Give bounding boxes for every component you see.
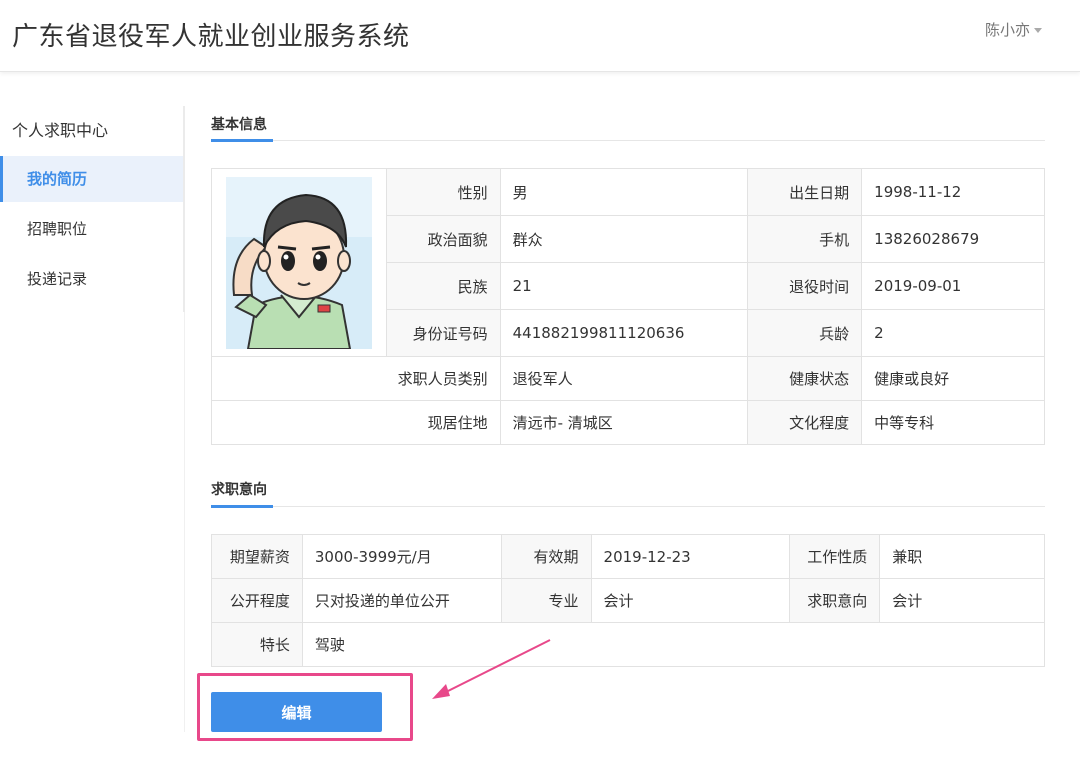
label-id-number: 身份证号码	[385, 309, 501, 357]
avatar	[225, 176, 372, 349]
label-education: 文化程度	[747, 400, 863, 445]
label-ethnicity: 民族	[385, 262, 501, 310]
label-gender: 性别	[385, 168, 501, 216]
table-row: 公开程度 只对投递的单位公开 专业 会计 求职意向 会计	[211, 578, 1045, 623]
section-title-basic-info: 基本信息	[211, 117, 267, 133]
label-major: 专业	[500, 578, 592, 623]
value-gender: 男	[499, 168, 749, 216]
value-service-years: 2	[861, 309, 1045, 357]
sidebar-item-my-resume[interactable]: 我的简历	[0, 156, 184, 202]
label-desired-position: 求职意向	[789, 578, 881, 623]
sidebar-divider-lower	[184, 312, 185, 732]
value-health-status: 健康或良好	[861, 356, 1045, 401]
table-row: 求职人员类别 退役军人 健康状态 健康或良好	[211, 356, 1045, 401]
label-residence: 现居住地	[211, 400, 501, 445]
label-specialty: 特长	[211, 622, 303, 667]
value-phone: 13826028679	[861, 215, 1045, 263]
value-major: 会计	[590, 578, 791, 623]
value-applicant-category: 退役军人	[499, 356, 749, 401]
user-name: 陈小亦	[984, 21, 1030, 39]
label-visibility: 公开程度	[211, 578, 303, 623]
value-desired-position: 会计	[879, 578, 1045, 623]
value-job-type: 兼职	[879, 534, 1045, 579]
value-residence: 清远市- 清城区	[499, 400, 749, 445]
section-underline	[211, 139, 273, 142]
label-applicant-category: 求职人员类别	[211, 356, 501, 401]
sidebar-item-jobs[interactable]: 招聘职位	[0, 206, 186, 252]
value-id-number: 441882199811120636	[499, 309, 749, 357]
value-valid-until: 2019-12-23	[590, 534, 791, 579]
basic-info-table: 性别 男 出生日期 1998-11-12 政治面貌 群众 手机 13826028…	[211, 168, 1045, 445]
edit-button[interactable]: 编辑	[211, 692, 382, 732]
value-visibility: 只对投递的单位公开	[301, 578, 502, 623]
value-expected-salary: 3000-3999元/月	[301, 534, 502, 579]
app-title: 广东省退役军人就业创业服务系统	[12, 22, 410, 52]
sidebar-heading: 个人求职中心	[12, 121, 109, 140]
table-row: 性别 男 出生日期 1998-11-12	[211, 168, 1045, 357]
table-row: 现居住地 清远市- 清城区 文化程度 中等专科	[211, 400, 1045, 445]
avatar-cell	[211, 168, 387, 357]
section-divider	[211, 506, 1045, 507]
sidebar: 个人求职中心 我的简历 招聘职位 投递记录	[0, 106, 186, 306]
value-ethnicity: 21	[499, 262, 749, 310]
value-education: 中等专科	[861, 400, 1045, 445]
label-phone: 手机	[747, 215, 863, 263]
chevron-down-icon	[1034, 28, 1042, 33]
section-title-job-intent: 求职意向	[211, 482, 267, 498]
section-divider	[211, 140, 1045, 141]
table-row: 特长 驾驶	[211, 622, 1046, 667]
value-discharge-date: 2019-09-01	[861, 262, 1045, 310]
label-political-status: 政治面貌	[385, 215, 501, 263]
label-expected-salary: 期望薪资	[211, 534, 303, 579]
section-underline	[211, 505, 273, 508]
table-row: 期望薪资 3000-3999元/月 有效期 2019-12-23 工作性质 兼职	[211, 534, 1045, 579]
sidebar-divider	[183, 106, 185, 312]
label-health-status: 健康状态	[747, 356, 863, 401]
sidebar-item-applications[interactable]: 投递记录	[0, 256, 186, 302]
user-menu[interactable]: 陈小亦	[985, 19, 1042, 40]
label-job-type: 工作性质	[789, 534, 881, 579]
label-valid-until: 有效期	[500, 534, 592, 579]
label-discharge-date: 退役时间	[747, 262, 863, 310]
label-service-years: 兵龄	[747, 309, 863, 357]
top-header: 广东省退役军人就业创业服务系统 陈小亦	[0, 0, 1080, 72]
value-specialty: 驾驶	[301, 622, 1046, 667]
value-political-status: 群众	[499, 215, 749, 263]
value-birthdate: 1998-11-12	[861, 168, 1045, 216]
job-intent-table: 期望薪资 3000-3999元/月 有效期 2019-12-23 工作性质 兼职…	[211, 534, 1046, 667]
label-birthdate: 出生日期	[747, 168, 863, 216]
